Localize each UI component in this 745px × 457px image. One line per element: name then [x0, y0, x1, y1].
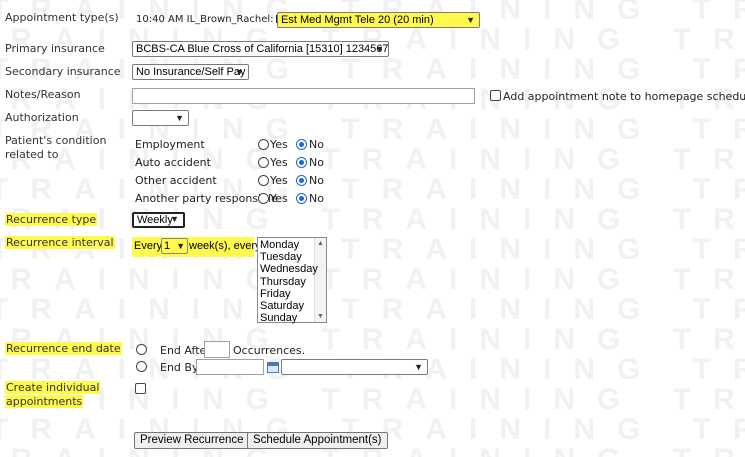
recurrence-type-select[interactable]: Weekly ▼	[132, 212, 185, 228]
chevron-down-icon: ▼	[466, 15, 475, 25]
condition-row-label: Another party responsible	[135, 192, 278, 205]
watermark-row: TRAINING TRAINING TRAINING TRAINING TRAI…	[0, 173, 745, 206]
homepage-note-label: Add appointment note to homepage schedul…	[503, 90, 745, 103]
primary-insurance-value: BCBS-CA Blue Cross of California [15310]…	[136, 43, 389, 55]
condition-no-radio[interactable]	[296, 193, 307, 204]
end-by-select[interactable]: ▼	[281, 359, 428, 375]
recurrence-interval-text: Recurrence interval	[5, 236, 115, 249]
recurrence-type-label: Recurrence type	[5, 213, 98, 226]
calendar-icon[interactable]	[267, 362, 279, 373]
secondary-insurance-value: No Insurance/Self Pay	[136, 66, 246, 78]
chevron-down-icon: ▼	[375, 44, 384, 54]
recurrence-end-label: Recurrence end date	[5, 342, 122, 355]
end-after-input[interactable]	[204, 341, 230, 358]
condition-row-label: Auto accident	[135, 156, 211, 169]
scroll-down-icon[interactable]: ▼	[317, 313, 324, 320]
condition-no-radio[interactable]	[296, 175, 307, 186]
condition-yes-radio[interactable]	[258, 193, 269, 204]
weekday-option[interactable]: Saturday	[260, 300, 304, 312]
appointment-type-label: Appointment type(s)	[5, 11, 119, 24]
primary-insurance-label: Primary insurance	[5, 42, 105, 55]
condition-yes-label: Yes	[270, 174, 288, 187]
end-by-date-input[interactable]	[196, 359, 264, 375]
homepage-note-checkbox[interactable]	[490, 90, 501, 101]
end-by-label: End By	[160, 361, 199, 374]
condition-yes-label: Yes	[270, 156, 288, 169]
condition-yes-radio[interactable]	[258, 139, 269, 150]
watermark-row: TRAINING TRAINING TRAINING TRAINING TRAI…	[0, 383, 745, 416]
secondary-insurance-select[interactable]: No Insurance/Self Pay ▼	[132, 64, 249, 80]
weekday-option[interactable]: Monday	[260, 239, 299, 251]
authorization-label: Authorization	[5, 111, 79, 124]
individual-label-line2: appointments	[5, 395, 84, 408]
condition-yes-radio[interactable]	[258, 157, 269, 168]
notes-reason-label: Notes/Reason	[5, 88, 81, 101]
condition-no-label: No	[309, 192, 324, 205]
secondary-insurance-label: Secondary insurance	[5, 65, 121, 78]
weekday-listbox[interactable]: ▲ ▼ Monday Tuesday Wednesday Thursday Friday…	[257, 237, 327, 324]
individual-label-line1: Create individual	[5, 381, 101, 394]
authorization-select[interactable]: ▼	[132, 110, 189, 126]
weekday-option[interactable]: Thursday	[260, 276, 306, 288]
interval-suffix: week(s), every:	[189, 240, 264, 252]
recurrence-type-text: Recurrence type	[5, 213, 98, 226]
watermark-row: TRAINING TRAINING TRAINING TRAINING TRAI…	[0, 263, 745, 296]
condition-no-radio[interactable]	[296, 157, 307, 168]
watermark-row: TRAINING TRAINING TRAINING TRAINING TRAI…	[0, 203, 745, 236]
watermark-row: TRAINING TRAINING TRAINING TRAINING TRAI…	[0, 143, 745, 176]
individual-text-line1: Create individual	[5, 381, 101, 394]
individual-text-line2: appointments	[5, 395, 84, 408]
schedule-appointments-button[interactable]: Schedule Appointment(s)	[247, 432, 388, 449]
interval-select[interactable]: 1 ▼	[161, 238, 188, 254]
condition-yes-radio[interactable]	[258, 175, 269, 186]
notes-reason-input[interactable]	[132, 88, 475, 104]
recurrence-end-text: Recurrence end date	[5, 342, 122, 355]
listbox-scrollbar[interactable]: ▲ ▼	[314, 238, 326, 322]
condition-no-label: No	[309, 138, 324, 151]
condition-row-label: Other accident	[135, 174, 217, 187]
condition-yes-label: Yes	[270, 192, 288, 205]
condition-no-label: No	[309, 156, 324, 169]
scroll-up-icon[interactable]: ▲	[317, 240, 324, 247]
weekday-option[interactable]: Wednesday	[260, 263, 318, 275]
condition-no-label: No	[309, 174, 324, 187]
condition-label-line2: related to	[5, 148, 59, 161]
appointment-time-provider: 10:40 AM IL_Brown_Rachel:d	[136, 14, 291, 25]
interval-value: 1	[164, 240, 171, 252]
weekday-option[interactable]: Tuesday	[260, 251, 302, 263]
chevron-down-icon: ▼	[176, 241, 185, 251]
recurrence-interval-label: Recurrence interval	[5, 236, 115, 249]
condition-row-label: Employment	[135, 138, 205, 151]
appointment-type-select[interactable]: Est Med Mgmt Tele 20 (20 min) ▼	[277, 12, 480, 28]
condition-no-radio[interactable]	[296, 139, 307, 150]
end-by-radio[interactable]	[136, 361, 147, 372]
recurrence-type-value: Weekly	[137, 214, 173, 226]
weekday-option[interactable]: Friday	[260, 288, 291, 300]
watermark-row: TRAINING TRAINING TRAINING TRAINING TRAI…	[0, 113, 745, 146]
watermark-row: TRAINING TRAINING TRAINING TRAINING TRAI…	[0, 293, 745, 326]
chevron-down-icon: ▼	[170, 214, 179, 224]
weekday-option[interactable]: Sunday	[260, 312, 297, 324]
time-provider-text: 10:40 AM IL_Brown_Rachel:	[136, 14, 274, 25]
chevron-down-icon: ▼	[235, 67, 244, 77]
preview-recurrence-button[interactable]: Preview Recurrence	[134, 432, 250, 449]
occurrences-label: Occurrences.	[233, 344, 306, 357]
interval-prefix: Every	[134, 240, 163, 252]
condition-label-line1: Patient's condition	[5, 134, 107, 147]
condition-yes-label: Yes	[270, 138, 288, 151]
chevron-down-icon: ▼	[175, 113, 184, 123]
end-after-radio[interactable]	[136, 344, 147, 355]
chevron-down-icon: ▼	[414, 362, 423, 372]
appointment-type-value: Est Med Mgmt Tele 20 (20 min)	[281, 14, 434, 26]
primary-insurance-select[interactable]: BCBS-CA Blue Cross of California [15310]…	[132, 41, 389, 57]
individual-appointments-checkbox[interactable]	[135, 383, 146, 394]
